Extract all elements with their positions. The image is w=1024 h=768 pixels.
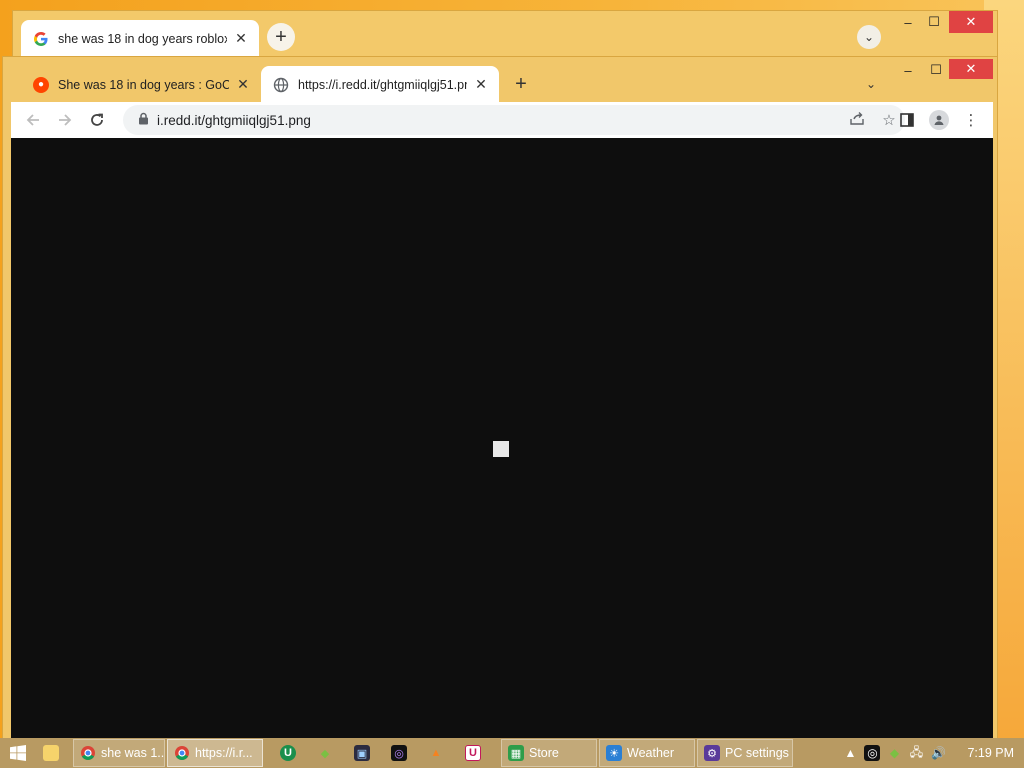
browser-toolbar: i.redd.it/ghtgmiiqlgj51.png ☆ ⋮	[11, 102, 993, 138]
tab-title: She was 18 in dog years : GoCon	[58, 77, 229, 92]
taskbar-store[interactable]: ▦ Store	[501, 739, 597, 767]
tab-title: https://i.redd.it/ghtgmiiqlgj51.pn	[298, 77, 467, 92]
back-arrow-icon[interactable]	[17, 104, 49, 136]
taskbar-vlc[interactable]: ▲	[421, 739, 456, 767]
url-text[interactable]: i.redd.it/ghtgmiiqlgj51.png	[157, 113, 841, 128]
show-hidden-icons-chevron-icon[interactable]: ▲	[839, 742, 861, 764]
taskbar-app-image[interactable]: ▣	[347, 739, 382, 767]
maximize-button[interactable]: ☐	[919, 11, 949, 33]
u-box-icon: U	[465, 745, 481, 761]
google-g-icon	[33, 31, 49, 47]
taskbar-pc-settings[interactable]: ⚙ PC settings	[697, 739, 793, 767]
windows-taskbar: she was 1... https://i.r... U ◆ ▣ ◎ ▲ U …	[0, 738, 1024, 768]
share-icon[interactable]	[841, 110, 873, 130]
system-tray: ▲ ◎ ◆ 🖧 🔊 7:19 PM	[839, 738, 1024, 768]
browser-window-front: ● She was 18 in dog years : GoCon ✕ http…	[2, 56, 998, 746]
taskbar-item-label: https://i.r...	[195, 746, 253, 760]
toolbar-right-group: ⋮	[891, 104, 987, 136]
browser-window-back: she was 18 in dog years roblox m ✕ + ⌄ –…	[12, 10, 998, 62]
kebab-menu-icon[interactable]: ⋮	[955, 104, 987, 136]
tabstrip-back: she was 18 in dog years roblox m ✕ + ⌄ –…	[13, 11, 997, 57]
taskbar-weather[interactable]: ☀ Weather	[599, 739, 695, 767]
purple-ring-icon: ◎	[391, 745, 407, 761]
u-letter-icon: U	[280, 745, 296, 761]
chrome-icon	[174, 745, 190, 761]
displayed-image	[493, 441, 509, 457]
maximize-button[interactable]: ☐	[921, 59, 951, 81]
leaf-icon: ◆	[320, 747, 330, 760]
tab-back-google[interactable]: she was 18 in dog years roblox m ✕	[21, 20, 259, 57]
taskbar-file-explorer[interactable]	[36, 739, 71, 767]
taskbar-item-label: PC settings	[725, 746, 789, 760]
tab-image[interactable]: https://i.redd.it/ghtgmiiqlgj51.pn ✕	[261, 66, 499, 103]
reddit-icon: ●	[33, 76, 49, 93]
clock[interactable]: 7:19 PM	[967, 746, 1014, 760]
close-window-button[interactable]: ✕	[949, 59, 993, 79]
store-bag-icon: ▦	[508, 745, 524, 761]
tray-leaf-icon[interactable]: ◆	[883, 742, 905, 764]
network-icon[interactable]: 🖧	[905, 742, 927, 764]
taskbar-app-purple-circle[interactable]: ◎	[384, 739, 419, 767]
reload-icon[interactable]	[81, 104, 113, 136]
tab-search-chevron-icon[interactable]: ⌄	[859, 72, 883, 96]
taskbar-chrome-1[interactable]: she was 1...	[73, 739, 165, 767]
start-button-windows-icon[interactable]	[0, 738, 36, 768]
close-tab-icon[interactable]: ✕	[235, 76, 251, 93]
globe-icon	[273, 77, 289, 93]
close-tab-icon[interactable]: ✕	[473, 76, 489, 93]
gear-icon: ⚙	[704, 745, 720, 761]
tabstrip-front: ● She was 18 in dog years : GoCon ✕ http…	[3, 57, 997, 103]
taskbar-app-u-green[interactable]: U	[273, 739, 308, 767]
tab-reddit[interactable]: ● She was 18 in dog years : GoCon ✕	[21, 66, 261, 103]
volume-icon[interactable]: 🔊	[927, 742, 949, 764]
close-window-button[interactable]: ✕	[949, 11, 993, 33]
weather-sun-icon: ☀	[606, 745, 622, 761]
new-tab-button[interactable]: +	[507, 70, 535, 98]
taskbar-app-u-box[interactable]: U	[458, 739, 493, 767]
profile-avatar-icon[interactable]	[923, 104, 955, 136]
tab-title: she was 18 in dog years roblox m	[58, 31, 227, 46]
address-bar[interactable]: i.redd.it/ghtgmiiqlgj51.png ☆	[123, 105, 905, 135]
taskbar-item-label: she was 1...	[101, 746, 165, 760]
taskbar-item-label: Weather	[627, 746, 675, 760]
lock-icon[interactable]	[129, 112, 157, 128]
image-viewer-icon: ▣	[354, 745, 370, 761]
vlc-cone-icon: ▲	[430, 747, 442, 759]
taskbar-app-green-leaf[interactable]: ◆	[310, 739, 345, 767]
tab-search-chevron-icon[interactable]: ⌄	[857, 25, 881, 49]
tray-app-icon[interactable]: ◎	[864, 745, 881, 761]
folder-icon	[43, 745, 59, 761]
minimize-button[interactable]: –	[893, 59, 923, 81]
forward-arrow-icon[interactable]	[49, 104, 81, 136]
page-viewport	[11, 138, 993, 744]
new-tab-button[interactable]: +	[267, 23, 295, 51]
close-tab-icon[interactable]: ✕	[233, 30, 249, 47]
taskbar-item-label: Store	[529, 746, 559, 760]
taskbar-chrome-2[interactable]: https://i.r...	[167, 739, 263, 767]
side-panel-icon[interactable]	[891, 104, 923, 136]
chrome-icon	[80, 745, 96, 761]
